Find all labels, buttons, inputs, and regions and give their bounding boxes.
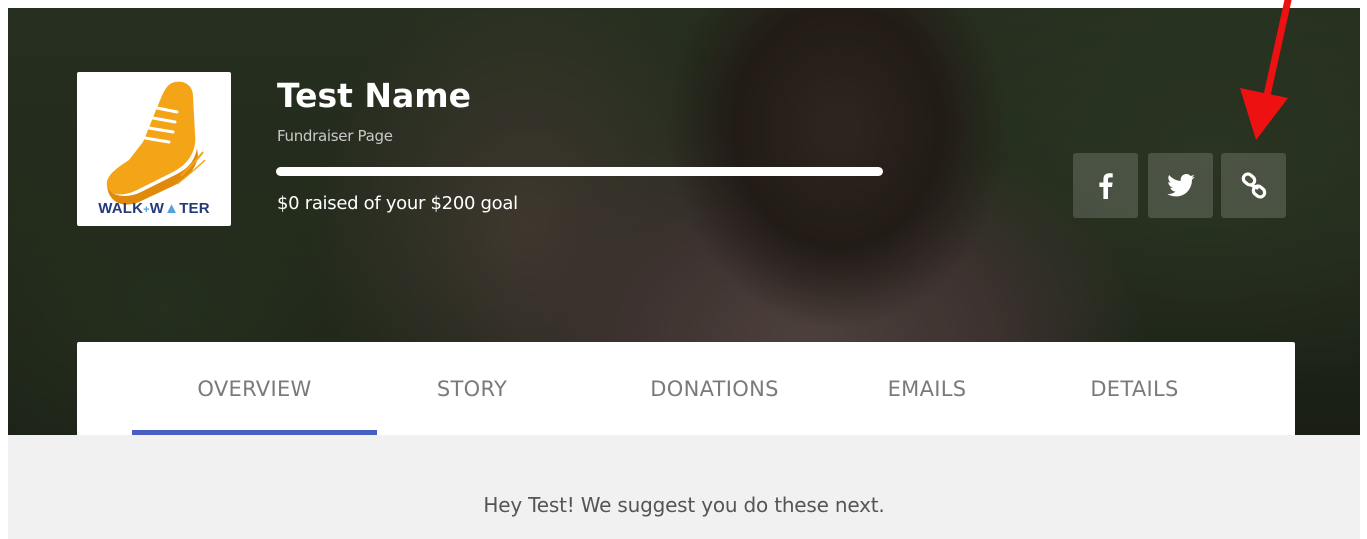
raised-amount: $0 raised of your $200 goal	[277, 193, 518, 214]
tab-story[interactable]: STORY	[402, 342, 542, 435]
facebook-share-button[interactable]	[1073, 153, 1138, 218]
tab-overview[interactable]: OVERVIEW	[132, 342, 377, 435]
suggestion-text: Hey Test! We suggest you do these next.	[483, 493, 885, 517]
twitter-icon	[1166, 174, 1195, 197]
annotation-arrow-icon	[1240, 0, 1292, 140]
link-icon	[1241, 171, 1266, 199]
fundraiser-name: Test Name	[277, 76, 472, 115]
fundraiser-subtitle: Fundraiser Page	[277, 127, 393, 145]
progress-bar	[276, 167, 883, 176]
tab-emails[interactable]: EMAILS	[862, 342, 992, 435]
fundraiser-tabs: OVERVIEW STORY DONATIONS EMAILS DETAILS	[77, 342, 1295, 435]
facebook-icon	[1098, 172, 1113, 199]
tab-details[interactable]: DETAILS	[1062, 342, 1207, 435]
twitter-share-button[interactable]	[1148, 153, 1213, 218]
overview-content: Hey Test! We suggest you do these next.	[8, 435, 1360, 539]
logo-wordmark: WALK+W▲TER	[98, 200, 210, 217]
copy-link-button[interactable]	[1221, 153, 1286, 218]
organization-logo: WALK+W▲TER	[77, 72, 231, 226]
tab-donations[interactable]: DONATIONS	[592, 342, 837, 435]
